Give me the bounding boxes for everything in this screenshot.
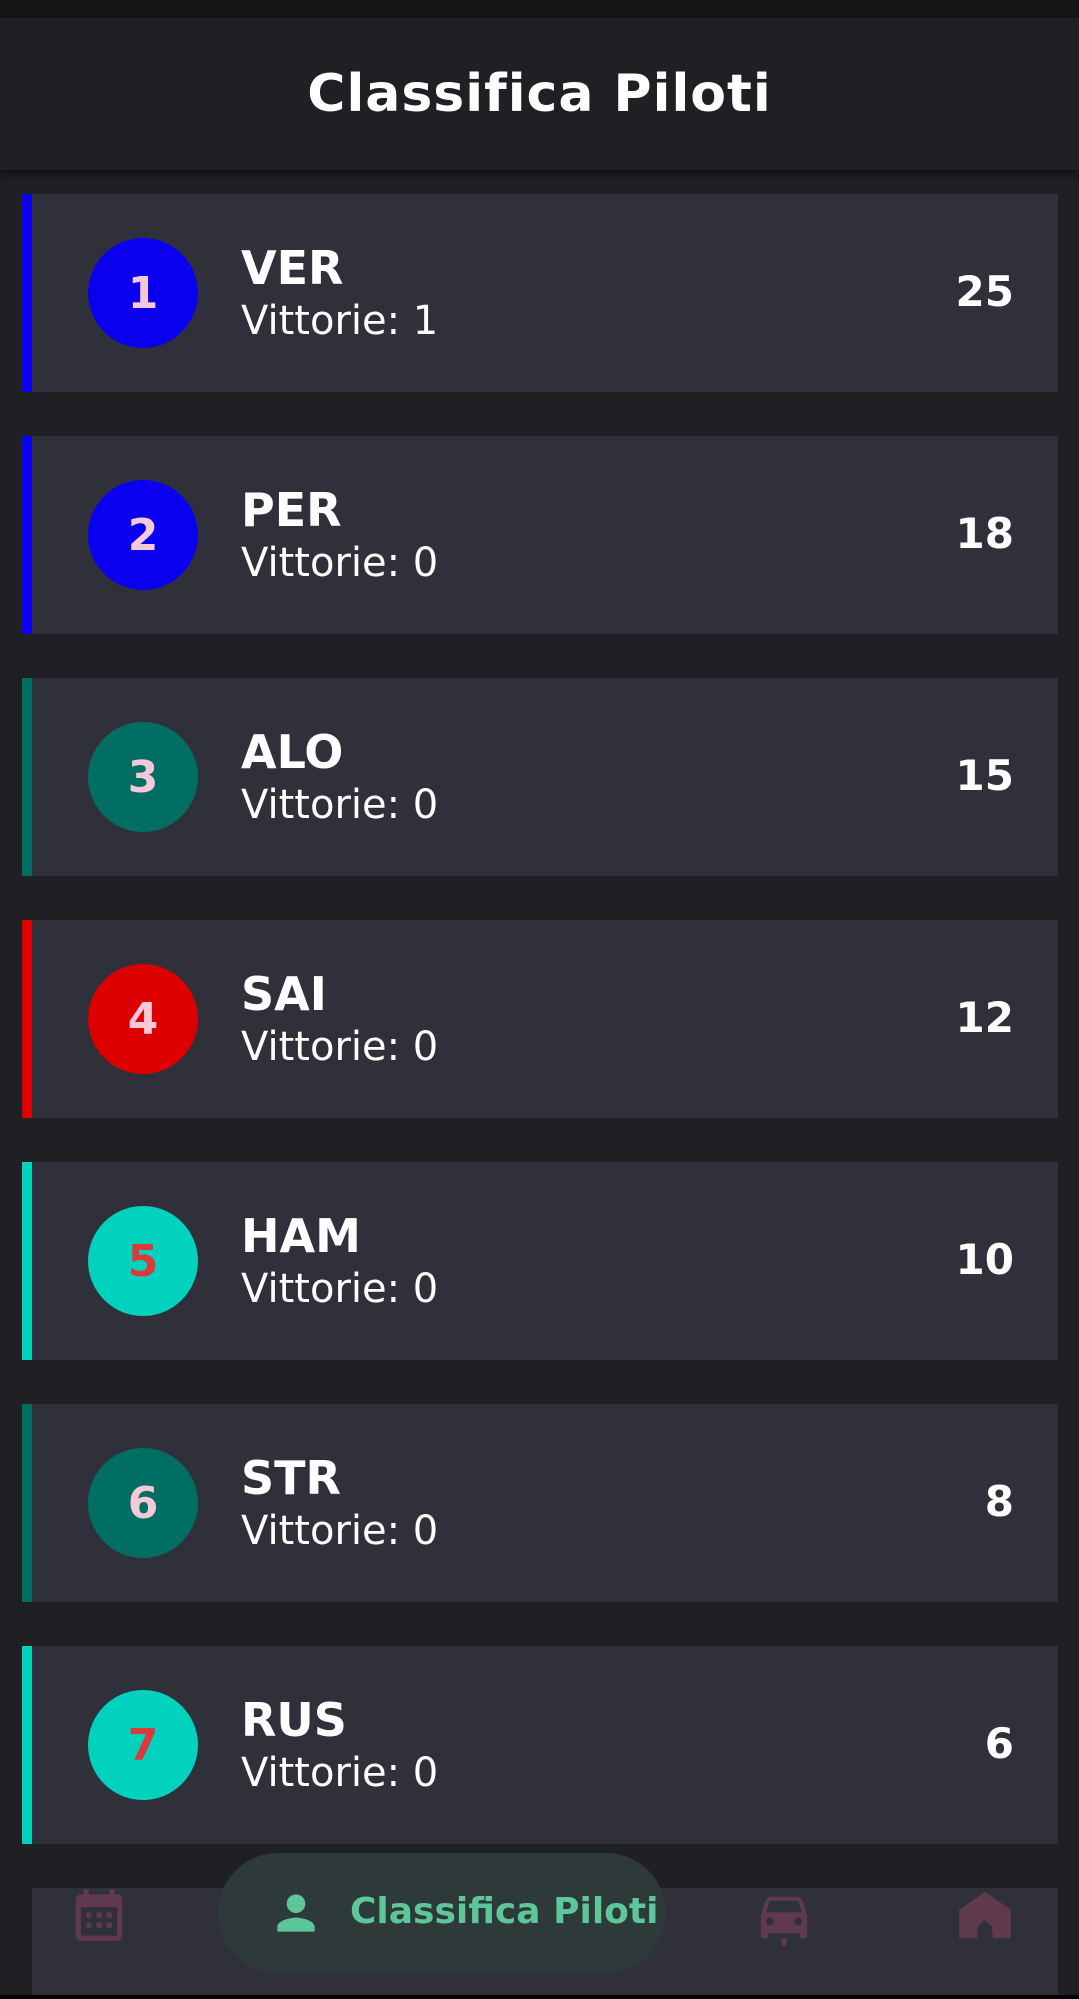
driver-row[interactable]: 5 HAM Vittorie: 0 10: [22, 1162, 1058, 1360]
driver-code: RUS: [241, 1693, 347, 1747]
driver-points: 10: [955, 1235, 1014, 1284]
driver-card: 4 SAI Vittorie: 0 12: [32, 920, 1058, 1118]
driver-points: 6: [984, 1719, 1014, 1768]
driver-wins: Vittorie: 0: [241, 1750, 439, 1796]
driver-row[interactable]: 6 STR Vittorie: 0 8: [22, 1404, 1058, 1602]
position-badge: 2: [88, 480, 198, 590]
driver-code: HAM: [241, 1209, 361, 1263]
driver-card: 6 STR Vittorie: 0 8: [32, 1404, 1058, 1602]
page-title: Classifica Piloti: [307, 64, 772, 124]
driver-card: 7 RUS Vittorie: 0 6: [32, 1646, 1058, 1844]
driver-wins: Vittorie: 0: [241, 1508, 439, 1554]
driver-code: VER: [241, 241, 344, 295]
driver-code: PER: [241, 483, 342, 537]
nav-driver-standings[interactable]: Classifica Piloti: [218, 1853, 666, 1973]
position-badge: 1: [88, 238, 198, 348]
team-color-stripe: [22, 1404, 32, 1602]
nav-calendar[interactable]: [68, 1884, 130, 1946]
nav-constructors[interactable]: [753, 1884, 815, 1946]
team-color-stripe: [22, 436, 32, 634]
driver-row[interactable]: 2 PER Vittorie: 0 18: [22, 436, 1058, 634]
driver-wins: Vittorie: 0: [241, 782, 439, 828]
driver-card: 3 ALO Vittorie: 0 15: [32, 678, 1058, 876]
app-bar: Classifica Piloti: [0, 18, 1079, 170]
driver-points: 8: [984, 1477, 1014, 1526]
driver-card: 5 HAM Vittorie: 0 10: [32, 1162, 1058, 1360]
nav-driver-standings-label: Classifica Piloti: [350, 1891, 659, 1932]
calendar-icon: [75, 1889, 123, 1941]
position-badge: 6: [88, 1448, 198, 1558]
driver-row[interactable]: 1 VER Vittorie: 1 25: [22, 194, 1058, 392]
team-color-stripe: [22, 678, 32, 876]
person-icon: [277, 1894, 315, 1932]
driver-wins: Vittorie: 0: [241, 1024, 439, 1070]
car-icon: [760, 1896, 808, 1946]
nav-garage[interactable]: [954, 1884, 1016, 1946]
driver-points: 25: [955, 267, 1014, 316]
driver-wins: Vittorie: 0: [241, 540, 439, 586]
driver-code: ALO: [241, 725, 344, 779]
driver-code: SAI: [241, 967, 327, 1021]
team-color-stripe: [22, 1162, 32, 1360]
driver-code: STR: [241, 1451, 341, 1505]
driver-card: 2 PER Vittorie: 0 18: [32, 436, 1058, 634]
team-color-stripe: [22, 920, 32, 1118]
driver-points: 15: [955, 751, 1014, 800]
team-color-stripe: [22, 194, 32, 392]
team-color-stripe: [22, 1646, 32, 1844]
screen-bottom-edge: [0, 1995, 1079, 1999]
position-badge: 7: [88, 1690, 198, 1800]
status-bar: [0, 0, 1079, 18]
driver-row[interactable]: 7 RUS Vittorie: 0 6: [22, 1646, 1058, 1844]
driver-wins: Vittorie: 0: [241, 1266, 439, 1312]
screen: Classifica Piloti 1 VER Vittorie: 1 25 2…: [0, 0, 1079, 1999]
position-badge: 3: [88, 722, 198, 832]
position-badge: 4: [88, 964, 198, 1074]
driver-points: 12: [955, 993, 1014, 1042]
driver-points: 18: [955, 509, 1014, 558]
driver-card: 1 VER Vittorie: 1 25: [32, 194, 1058, 392]
driver-row[interactable]: 3 ALO Vittorie: 0 15: [22, 678, 1058, 876]
driver-row[interactable]: 4 SAI Vittorie: 0 12: [22, 920, 1058, 1118]
position-badge: 5: [88, 1206, 198, 1316]
garage-icon: [959, 1891, 1011, 1939]
driver-wins: Vittorie: 1: [241, 298, 439, 344]
